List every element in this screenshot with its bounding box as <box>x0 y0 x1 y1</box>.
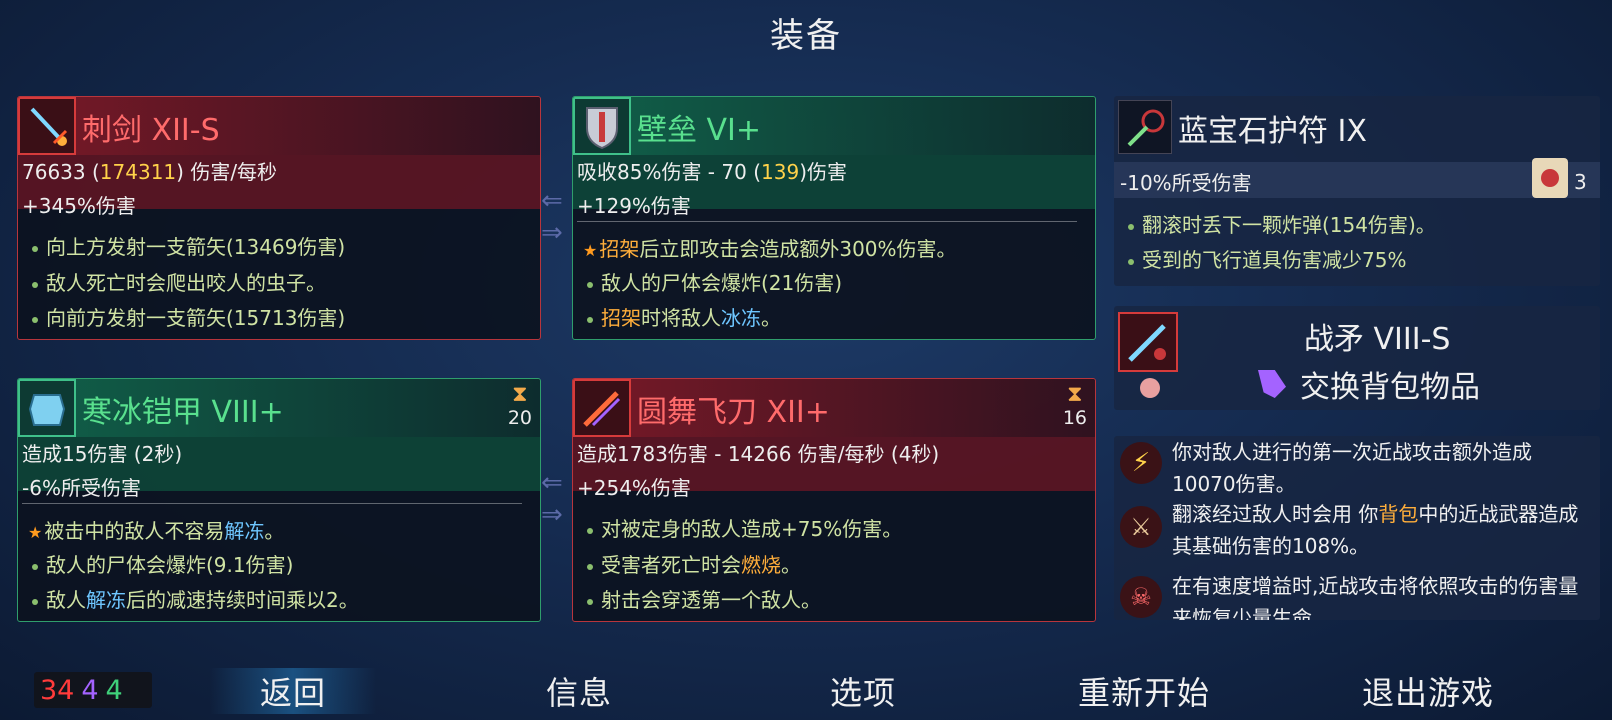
perk: 翻滚时丢下一颗炸弹(154伤害)。 <box>1128 209 1436 238</box>
mutation-row[interactable]: ☠ 在有速度增益时,近战攻击将依照攻击的伤害量来恢复少量生命。 <box>1114 570 1600 620</box>
perk: 敌人的尸体会爆炸(9.1伤害) <box>32 549 293 578</box>
item-name: 战矛 VIII-S <box>1304 322 1451 357</box>
perk: 对被定身的敌人造成+75%伤害。 <box>587 513 902 542</box>
star-icon: ★ <box>28 523 43 542</box>
perk-legendary: ★ 招架后立即攻击会造成额外300%伤害。 <box>583 237 957 261</box>
mutation-row[interactable]: ⚔ 翻滚经过敌人时会用 你背包中的近战武器造成其基础伤害的108%。 <box>1114 498 1600 562</box>
skill-slot-ice-armor[interactable]: 寒冰铠甲 VIII+ ⧗ 20 造成15伤害 (2秒) -6%所受伤害 ★ 被击中的… <box>17 378 541 622</box>
divider <box>577 221 1077 222</box>
options-button[interactable]: 选项 <box>830 668 896 714</box>
swap-arrow-left-icon: ⇐ <box>541 186 563 216</box>
amulet-icon <box>1118 100 1172 154</box>
defense-bonus: -6%所受伤害 <box>22 476 141 500</box>
perk: 向前方发射一支箭矢(15713伤害) <box>32 302 345 331</box>
rapier-icon <box>18 97 76 155</box>
star-icon: ★ <box>583 241 598 260</box>
weapon-slot-rapier[interactable]: 刺剑 XII-S 76633 (174311) 伤害/每秒 +345%伤害 向上… <box>17 96 541 340</box>
brutality-count: 34 <box>40 674 75 706</box>
hand-icon <box>1258 370 1286 398</box>
weapon-slot-rampart[interactable]: 壁垒 VI+ 吸收85%伤害 - 70 (139)伤害 +129%伤害 ★ 招架后… <box>572 96 1096 340</box>
scroll-count: 3 <box>1574 170 1587 194</box>
mutations-panel: ⚡ 你对敌人进行的第一次近战攻击额外造成10070伤害。 ⚔ 翻滚经过敌人时会用… <box>1114 436 1600 620</box>
perk: 射击会穿透第一个敌人。 <box>587 584 821 613</box>
divider <box>22 503 522 504</box>
amulet-slot[interactable]: 蓝宝石护符 IX -10%所受伤害 3 翻滚时丢下一颗炸弹(154伤害)。 受到… <box>1114 96 1600 286</box>
mutation-text: 你对敌人进行的第一次近战攻击额外造成10070伤害。 <box>1172 440 1532 496</box>
hourglass-icon: ⧗ <box>512 382 528 407</box>
backpack-slot[interactable]: 战矛 VIII-S 交换背包物品 <box>1114 306 1600 410</box>
damage-stat: 造成1783伤害 - 14266 伤害/每秒 (4秒) <box>577 442 940 466</box>
cooldown: ⧗ 20 <box>507 382 532 430</box>
perk: 敌人的尸体会爆炸(21伤害) <box>587 267 842 296</box>
item-name: 蓝宝石护符 IX <box>1178 114 1367 149</box>
throwing-knives-icon <box>573 379 631 437</box>
swap-backpack-button[interactable]: 交换背包物品 <box>1258 362 1480 406</box>
swap-arrow-left-icon: ⇐ <box>541 468 563 498</box>
item-name: 寒冰铠甲 VIII+ <box>82 395 284 430</box>
spear-icon <box>1118 312 1178 372</box>
perk: 受害者死亡时会燃烧。 <box>587 549 801 578</box>
item-name: 刺剑 XII-S <box>82 113 220 148</box>
damage-bonus: +129%伤害 <box>577 194 691 218</box>
survival-count: 4 <box>105 674 123 706</box>
perk-legendary: ★ 被击中的敌人不容易解冻。 <box>28 519 285 543</box>
scroll-icon <box>1532 158 1568 198</box>
mutation-text: 在有速度增益时,近战攻击将依照攻击的伤害量来恢复少量生命。 <box>1172 574 1579 620</box>
dps-stat: 76633 (174311) 伤害/每秒 <box>22 160 278 184</box>
page-title: 装备 <box>770 16 842 56</box>
info-button[interactable]: 信息 <box>546 668 612 714</box>
damage-bonus: +345%伤害 <box>22 194 136 218</box>
skill-slot-war-javelin-knives[interactable]: 圆舞飞刀 XII+ ⧗ 16 造成1783伤害 - 14266 伤害/每秒 (4秒… <box>572 378 1096 622</box>
scroll-stats: 34 4 4 <box>34 672 152 708</box>
damage-bonus: +254%伤害 <box>577 476 691 500</box>
mutation-row[interactable]: ⚡ 你对敌人进行的第一次近战攻击额外造成10070伤害。 <box>1114 436 1600 496</box>
mutation-text: 翻滚经过敌人时会用 你背包中的近战武器造成其基础伤害的108%。 <box>1172 502 1579 558</box>
perk: 敌人死亡时会爬出咬人的虫子。 <box>32 267 326 296</box>
lightning-icon: ⚡ <box>1120 442 1162 484</box>
perk: 招架时将敌人冰冻。 <box>587 302 781 331</box>
quit-button[interactable]: 退出游戏 <box>1362 668 1494 714</box>
ice-armor-icon <box>18 379 76 437</box>
hourglass-icon: ⧗ <box>1067 382 1083 407</box>
absorb-stat: 吸收85%伤害 - 70 (139)伤害 <box>577 160 847 184</box>
shield-icon <box>573 97 631 155</box>
heart-skull-icon: ☠ <box>1120 576 1162 618</box>
roll-blade-icon: ⚔ <box>1120 506 1162 548</box>
perk: 向上方发射一支箭矢(13469伤害) <box>32 231 345 260</box>
defense-stat: -10%所受伤害 <box>1120 171 1252 195</box>
perk: 敌人解冻后的减速持续时间乘以2。 <box>32 584 359 613</box>
item-name: 壁垒 VI+ <box>637 113 762 148</box>
damage-stat: 造成15伤害 (2秒) <box>22 442 183 466</box>
cooldown: ⧗ 16 <box>1062 382 1087 430</box>
perk: 受到的飞行道具伤害减少75% <box>1128 244 1406 273</box>
restart-button[interactable]: 重新开始 <box>1078 668 1210 714</box>
swap-arrow-right-icon: ⇒ <box>541 218 563 248</box>
back-button[interactable]: 返回 <box>210 668 377 714</box>
swap-arrow-right-icon: ⇒ <box>541 500 563 530</box>
tactics-count: 4 <box>81 674 99 706</box>
skull-icon <box>1140 378 1160 398</box>
item-name: 圆舞飞刀 XII+ <box>637 395 830 430</box>
